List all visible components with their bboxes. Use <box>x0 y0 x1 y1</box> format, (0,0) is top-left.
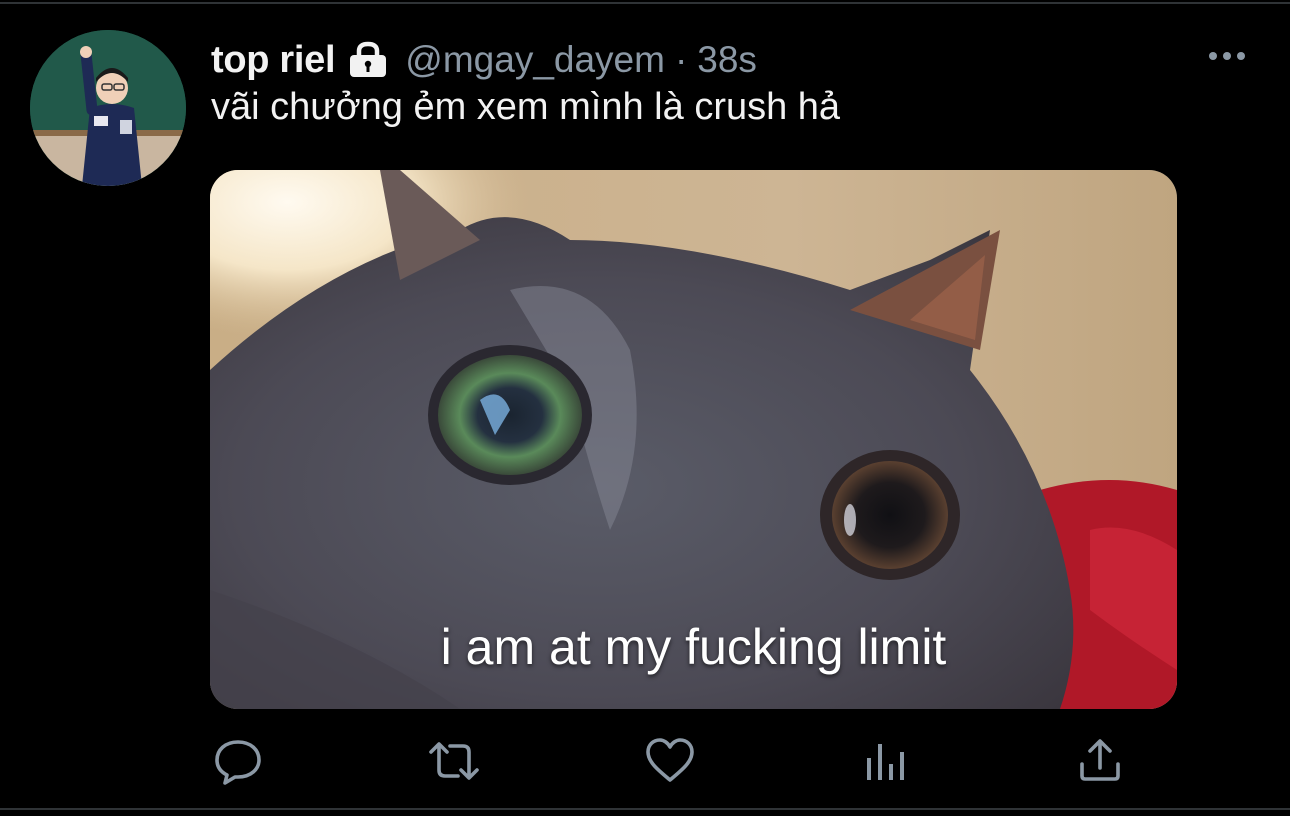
more-icon[interactable] <box>1206 46 1248 66</box>
lock-icon <box>347 41 389 79</box>
top-divider <box>0 2 1290 4</box>
retweet-icon[interactable] <box>426 736 482 786</box>
bottom-divider <box>0 808 1290 810</box>
tweet-text: vãi chưởng ẻm xem mình là crush hả <box>211 86 841 128</box>
user-handle[interactable]: @mgay_dayem <box>405 39 665 81</box>
reply-icon[interactable] <box>212 736 264 786</box>
tweet-actions <box>0 736 1290 786</box>
meme-caption: i am at my fucking limit <box>440 619 947 675</box>
separator-dot: · <box>674 39 688 80</box>
analytics-icon[interactable] <box>860 736 912 786</box>
heart-icon[interactable] <box>644 736 696 786</box>
share-icon[interactable] <box>1074 736 1126 786</box>
tweet-media[interactable]: i am at my fucking limit <box>210 170 1177 709</box>
avatar[interactable] <box>30 30 186 186</box>
timestamp[interactable]: 38s <box>697 39 757 81</box>
tweet-header: top riel @mgay_dayem · 38s <box>211 38 757 82</box>
display-name[interactable]: top riel <box>211 39 336 82</box>
